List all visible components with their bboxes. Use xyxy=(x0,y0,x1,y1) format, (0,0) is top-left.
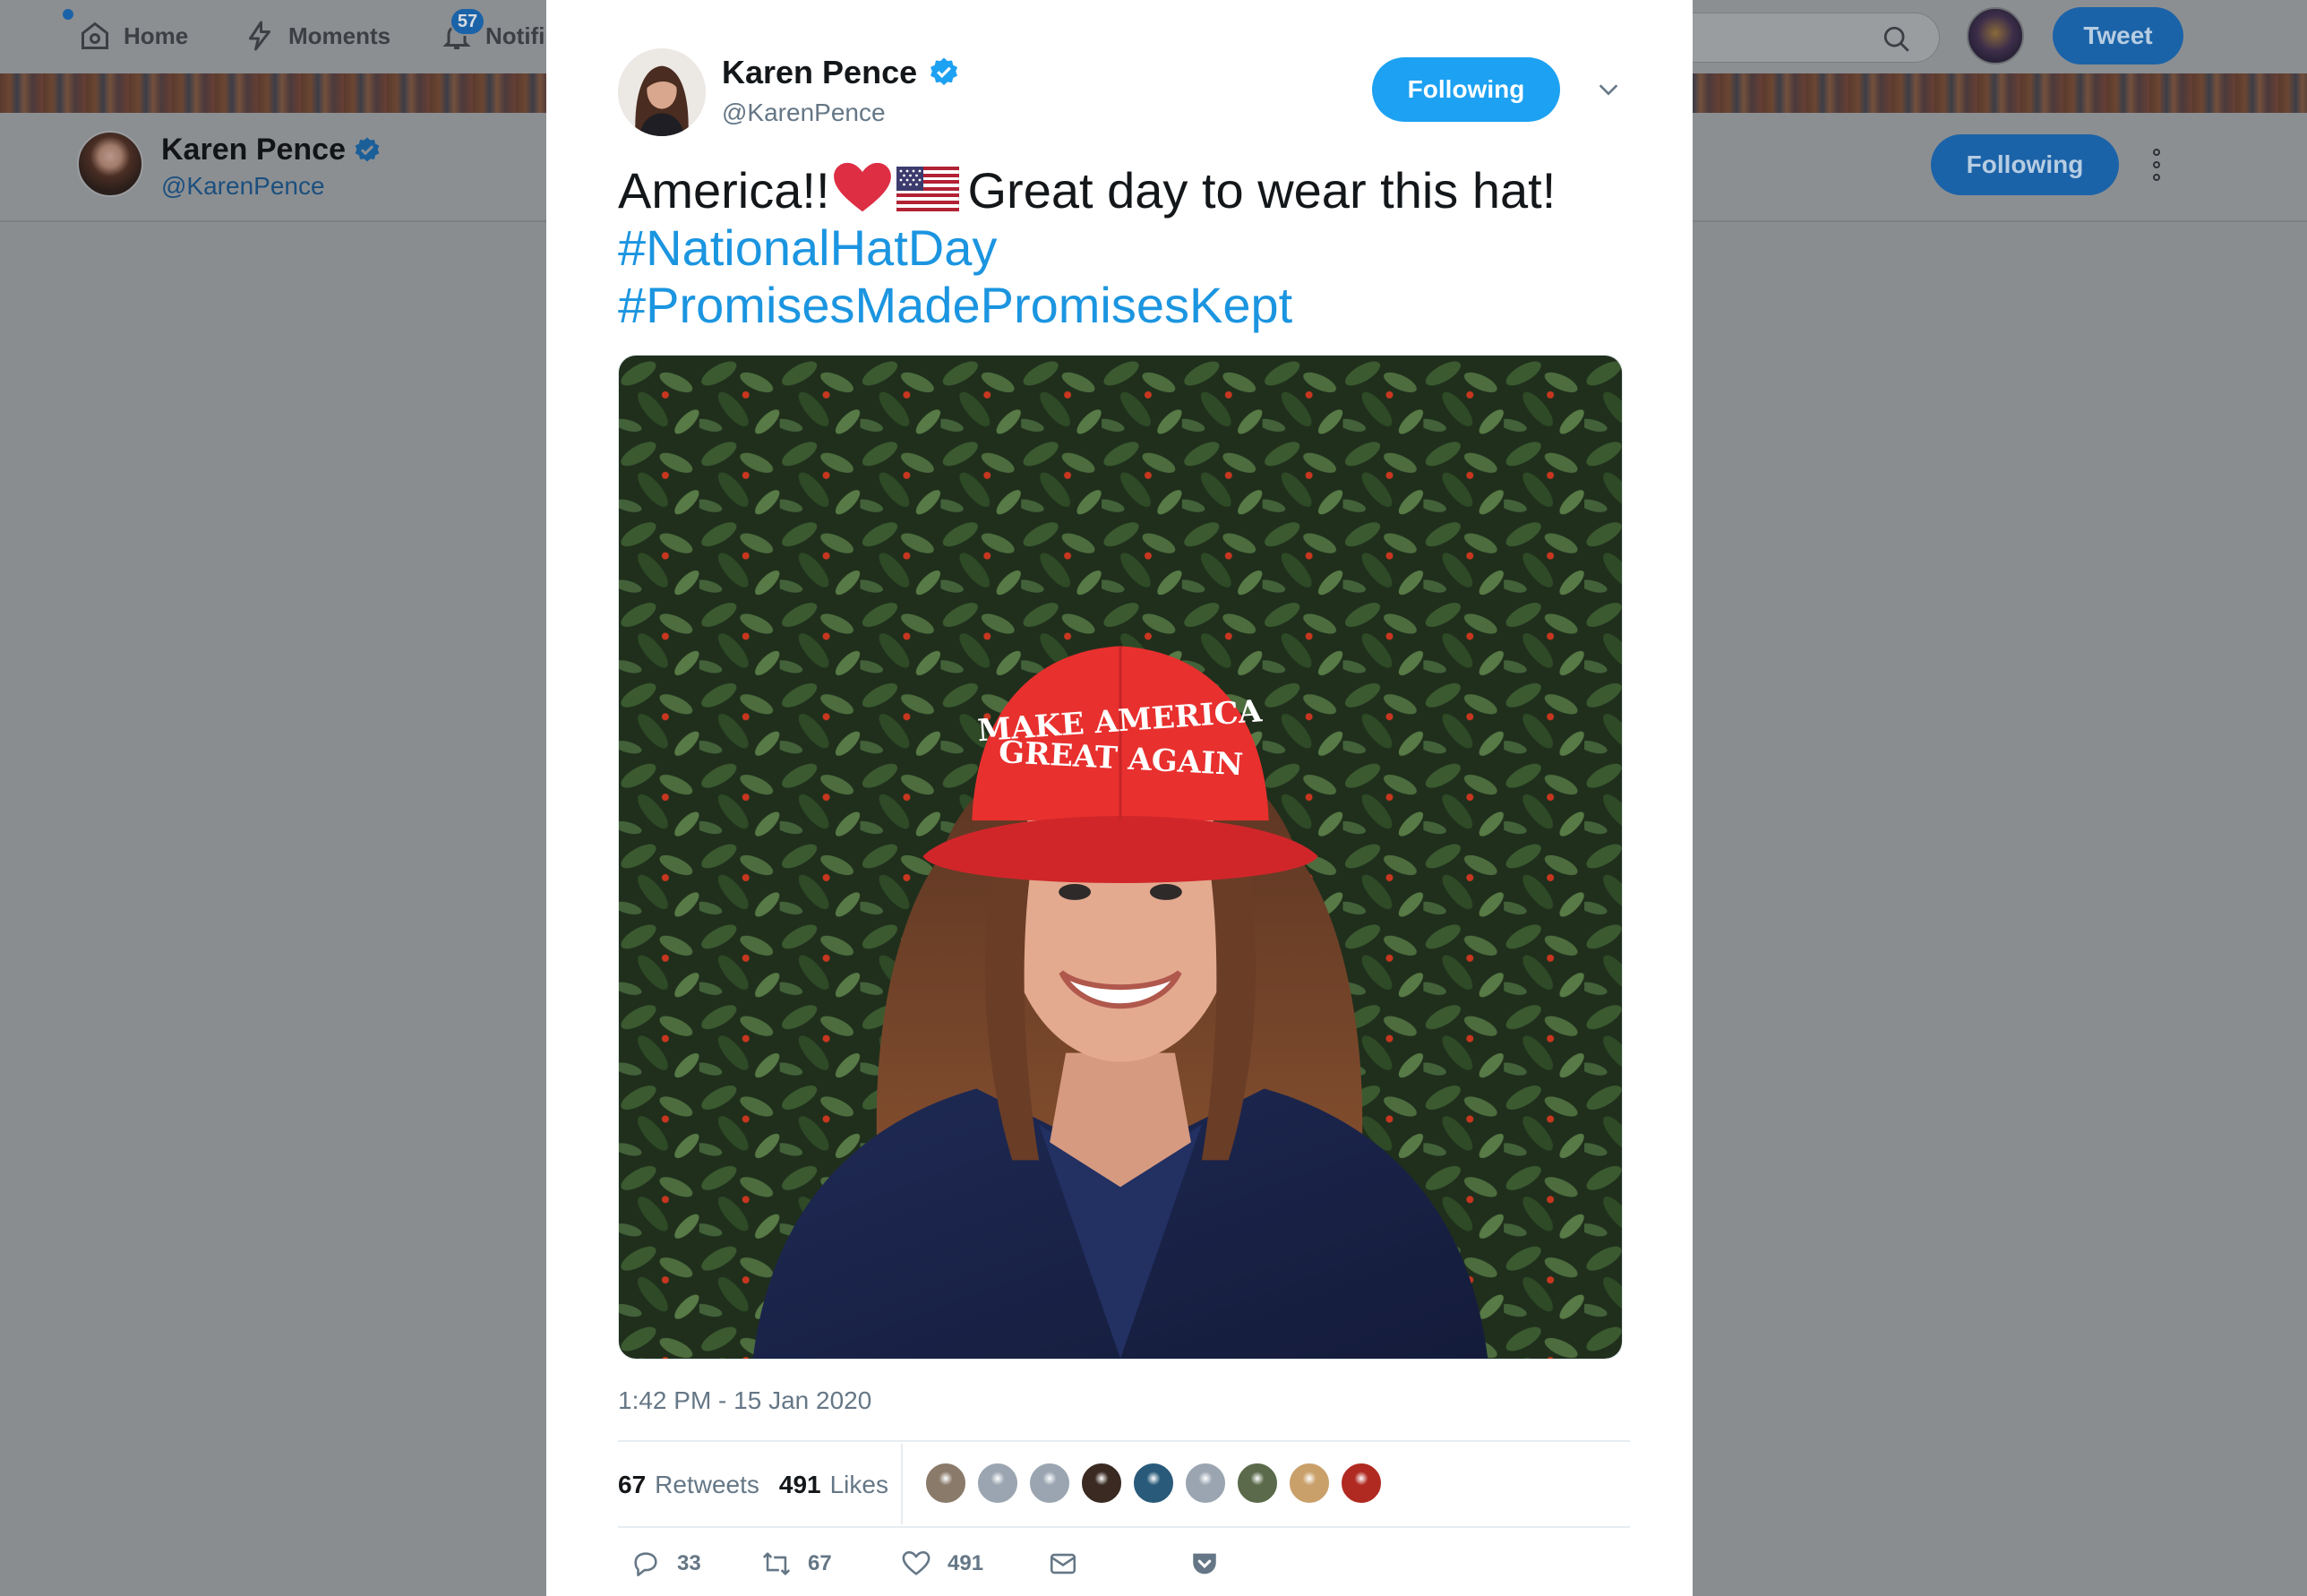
search-input[interactable]: r xyxy=(1657,13,1940,63)
liker-avatar[interactable] xyxy=(1080,1462,1123,1505)
compose-tweet-button[interactable]: Tweet xyxy=(2053,7,2183,64)
pocket-icon xyxy=(1193,1553,1216,1575)
moments-icon xyxy=(249,21,270,51)
retweet-button[interactable]: 67 xyxy=(761,1546,832,1582)
reply-icon xyxy=(634,1552,657,1577)
nav-notifications-label: Notifi xyxy=(485,21,545,49)
direct-message-button[interactable] xyxy=(1048,1546,1094,1582)
message-icon xyxy=(1050,1553,1076,1575)
stats-divider xyxy=(901,1444,903,1524)
tweet-author-name[interactable]: Karen Pence xyxy=(722,54,960,91)
profile-handle[interactable]: @KarenPence xyxy=(161,172,325,201)
hashtag-link[interactable]: #PromisesMadePromisesKept xyxy=(618,277,1630,334)
pocket-button[interactable] xyxy=(1189,1546,1236,1582)
nav-moments[interactable]: Moments xyxy=(244,18,390,54)
liker-avatar[interactable] xyxy=(924,1462,967,1505)
tweet-text: America!! Great day to wear this hat! #N… xyxy=(618,161,1630,334)
new-content-dot xyxy=(63,9,73,20)
nav-home[interactable]: Home xyxy=(79,18,188,54)
nav-moments-label: Moments xyxy=(288,21,391,49)
reply-button[interactable]: 33 xyxy=(630,1546,701,1582)
retweets-label[interactable]: Retweets xyxy=(655,1471,759,1499)
tweet-author-avatar[interactable] xyxy=(618,48,706,136)
retweet-count: 67 xyxy=(808,1551,832,1575)
retweet-icon xyxy=(762,1552,791,1575)
tweet-text-start: America!! xyxy=(618,162,830,219)
chevron-down-icon[interactable] xyxy=(1596,77,1621,102)
liker-avatar[interactable] xyxy=(1028,1462,1071,1505)
reply-count: 33 xyxy=(677,1551,701,1575)
verified-icon xyxy=(355,136,380,162)
tweet-photo[interactable]: MAKE AMERICA GREAT AGAIN xyxy=(618,355,1623,1360)
profile-name-text: Karen Pence xyxy=(161,133,346,167)
tweet-modal: Karen Pence @KarenPence Following Americ… xyxy=(546,0,1693,1596)
following-button[interactable]: Following xyxy=(1372,57,1560,122)
us-flag-emoji-icon xyxy=(896,167,959,211)
tweet-author-handle[interactable]: @KarenPence xyxy=(722,99,886,127)
liker-avatar[interactable] xyxy=(1236,1462,1279,1505)
tweet-author-name-text: Karen Pence xyxy=(722,54,918,90)
hashtag-link[interactable]: #NationalHatDay xyxy=(618,219,1630,277)
nav-home-label: Home xyxy=(124,21,189,49)
divider xyxy=(618,1440,1630,1442)
notifications-badge: 57 xyxy=(450,7,485,36)
likes-label[interactable]: Likes xyxy=(830,1471,888,1499)
heart-emoji-icon xyxy=(833,162,891,212)
retweets-count[interactable]: 67 xyxy=(618,1471,646,1499)
home-icon xyxy=(81,21,108,49)
likes-count[interactable]: 491 xyxy=(779,1471,821,1499)
tweet-stats: 67 Retweets 491 Likes xyxy=(618,1469,888,1501)
search-icon[interactable] xyxy=(1882,24,1912,55)
like-count: 491 xyxy=(948,1551,984,1575)
liker-avatar[interactable] xyxy=(1132,1462,1175,1505)
profile-following-button[interactable]: Following xyxy=(1931,134,2119,195)
profile-avatar[interactable] xyxy=(77,131,143,197)
like-button[interactable]: 491 xyxy=(901,1546,983,1582)
verified-icon xyxy=(931,57,958,86)
tweet-timestamp[interactable]: 1:42 PM - 15 Jan 2020 xyxy=(618,1386,871,1415)
like-icon xyxy=(902,1550,931,1575)
divider xyxy=(618,1526,1630,1528)
liker-avatars xyxy=(924,1462,1392,1505)
liker-avatar[interactable] xyxy=(976,1462,1019,1505)
more-icon[interactable] xyxy=(2148,149,2165,181)
liker-avatar[interactable] xyxy=(1184,1462,1227,1505)
liker-avatar[interactable] xyxy=(1288,1462,1331,1505)
tweet-text-rest: Great day to wear this hat! xyxy=(967,162,1557,219)
profile-name[interactable]: Karen Pence xyxy=(161,133,382,167)
liker-avatar[interactable] xyxy=(1340,1462,1383,1505)
account-avatar[interactable] xyxy=(1967,7,2024,64)
